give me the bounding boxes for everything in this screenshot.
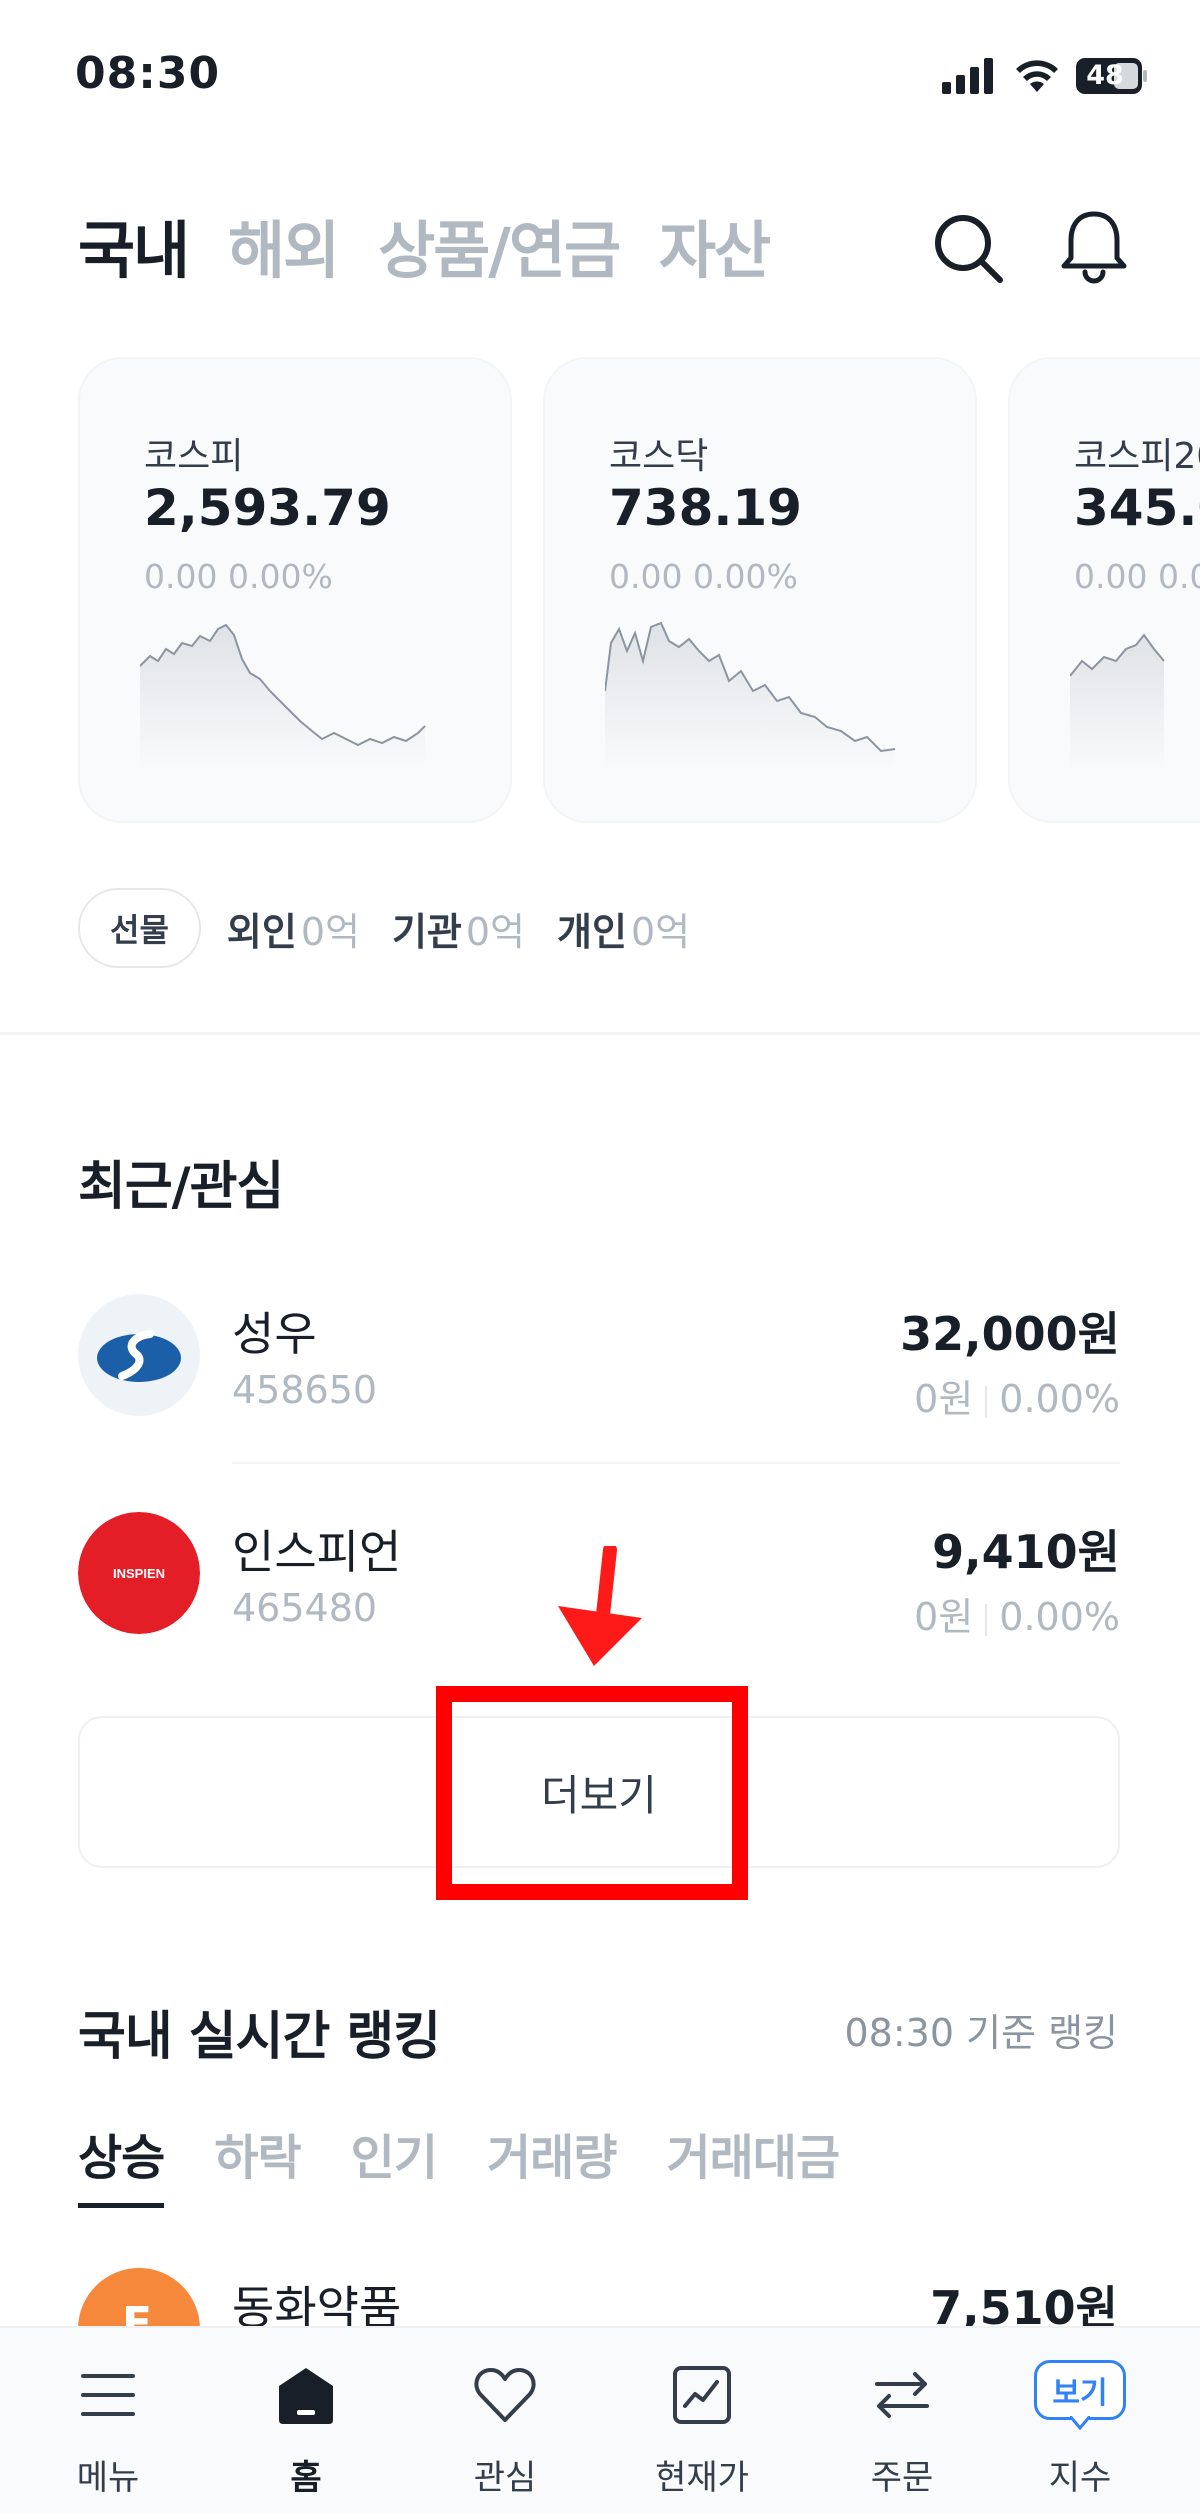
- index-cards: 코스피 2,593.79 0.00 0.00% 코스닥 738.19 0.00 …: [78, 357, 1200, 823]
- index-change: 0.00 0.00%: [609, 557, 798, 596]
- ranking-title: 국내 실시간 랭킹: [78, 2007, 441, 2067]
- row-divider: [232, 1462, 1120, 1464]
- tab-volume[interactable]: 거래량: [487, 2118, 617, 2208]
- tab-trade-value[interactable]: 거래대금: [666, 2118, 840, 2208]
- nav-label: 주문: [870, 2458, 934, 2498]
- status-time: 08:30: [75, 48, 221, 99]
- ranking-time: 08:30 기준 랭킹: [844, 2011, 1118, 2055]
- stock-change: 0원 0.00%: [914, 1377, 1120, 1421]
- stock-row-sungwoo[interactable]: 성우 458650 32,000원 0원 0.00%: [78, 1294, 1120, 1424]
- nav-menu[interactable]: 메뉴: [28, 2354, 188, 2504]
- stock-price: 32,000원: [900, 1307, 1120, 1361]
- nav-label: 관심: [473, 2458, 537, 2498]
- bubble-tail-icon: [1070, 2416, 1090, 2430]
- stock-code: 458650: [232, 1368, 378, 1412]
- hamburger-icon: [81, 2374, 135, 2416]
- sparkline: [140, 623, 426, 771]
- nav-current-price[interactable]: 현재가: [622, 2354, 782, 2504]
- nav-order[interactable]: 주문: [822, 2354, 982, 2504]
- tab-overseas[interactable]: 해외: [228, 200, 340, 290]
- recent-watch-title: 최근/관심: [78, 1157, 284, 1217]
- chart-icon: [673, 2366, 731, 2424]
- index-value: 738.19: [609, 479, 802, 537]
- nav-home[interactable]: 홈: [226, 2354, 386, 2504]
- flow-foreign: 외인 0억: [226, 909, 360, 954]
- home-icon: [279, 2368, 333, 2424]
- wifi-icon: [1016, 60, 1058, 92]
- index-card-kospi[interactable]: 코스피 2,593.79 0.00 0.00%: [78, 357, 512, 823]
- tab-assets[interactable]: 자산: [659, 200, 771, 290]
- stock-price: 9,410원: [932, 1525, 1120, 1579]
- futures-chip[interactable]: 선물: [78, 888, 201, 968]
- index-change: 0.00 0.00%: [144, 557, 333, 596]
- index-view-badge: 보기: [1034, 2360, 1126, 2420]
- battery-indicator: 48: [1076, 58, 1148, 94]
- sparkline: [1070, 633, 1165, 771]
- investor-flow: 선물 외인 0억 기관 0억 개인 0억: [78, 888, 722, 968]
- tab-rise[interactable]: 상승: [78, 2118, 165, 2208]
- stock-name: 인스피언: [232, 1525, 402, 1579]
- index-name: 코스피200: [1074, 436, 1200, 477]
- tab-products-pension[interactable]: 상품/연금: [378, 200, 621, 290]
- stock-name: 성우: [232, 1307, 317, 1361]
- index-name: 코스닥: [609, 436, 709, 477]
- index-change: 0.00 0.00%: [1074, 557, 1200, 596]
- nav-watchlist[interactable]: 관심: [425, 2354, 585, 2504]
- red-arrow-icon: [558, 1546, 642, 1666]
- index-name: 코스피: [144, 436, 244, 477]
- sparkline: [605, 621, 896, 771]
- section-divider: [0, 1032, 1200, 1035]
- inspien-logo: INSPIEN: [78, 1512, 200, 1634]
- nav-index[interactable]: 보기 지수: [1000, 2354, 1160, 2504]
- bell-icon[interactable]: [1058, 208, 1130, 284]
- heart-icon: [474, 2368, 536, 2422]
- sungwoo-logo: [78, 1294, 200, 1416]
- index-card-kosdaq[interactable]: 코스닥 738.19 0.00 0.00%: [543, 357, 977, 823]
- tab-domestic[interactable]: 국내: [78, 200, 190, 290]
- battery-level: 48: [1086, 60, 1124, 91]
- stock-code: 465480: [232, 1586, 378, 1630]
- search-icon[interactable]: [930, 210, 1006, 286]
- index-value: 345.0: [1074, 479, 1200, 537]
- index-card-kospi200[interactable]: 코스피200 345.0 0.00 0.00%: [1008, 357, 1200, 823]
- nav-label: 홈: [290, 2458, 322, 2498]
- status-bar: 08:30 48: [0, 0, 1200, 150]
- bottom-nav: 메뉴 홈 관심 현재가 주문 보기 지수: [0, 2326, 1200, 2513]
- tab-popular[interactable]: 인기: [351, 2118, 438, 2208]
- top-tabs: 국내 해외 상품/연금 자산: [78, 200, 809, 290]
- flow-individual: 개인 0억: [557, 909, 691, 954]
- highlight-box: [436, 1686, 748, 1900]
- tab-fall[interactable]: 하락: [214, 2118, 301, 2208]
- nav-label: 현재가: [655, 2458, 749, 2498]
- nav-label: 지수: [1048, 2458, 1112, 2498]
- index-value: 2,593.79: [144, 479, 391, 537]
- ranking-tabs: 상승 하락 인기 거래량 거래대금: [78, 2118, 889, 2208]
- nav-label: 메뉴: [76, 2458, 140, 2498]
- svg-text:INSPIEN: INSPIEN: [113, 1566, 165, 1581]
- signal-icon: [942, 58, 993, 94]
- stock-change: 0원 0.00%: [914, 1595, 1120, 1639]
- swap-arrows-icon: [875, 2372, 929, 2418]
- flow-institution: 기관 0억: [391, 909, 526, 954]
